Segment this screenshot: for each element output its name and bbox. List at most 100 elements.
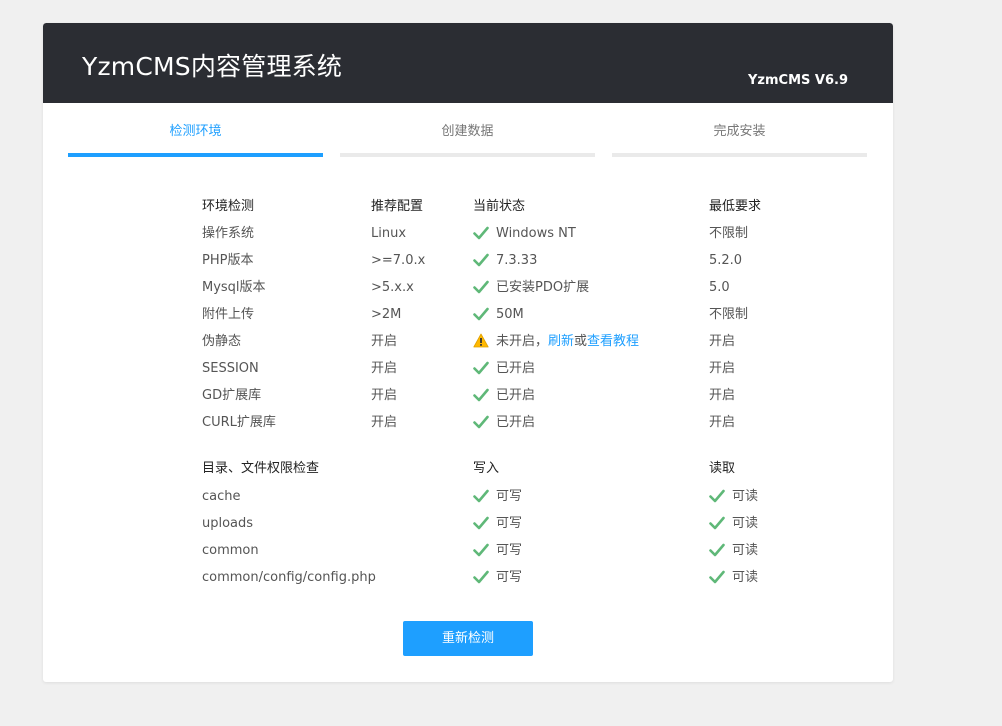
check-icon [473, 226, 489, 247]
env-current-text: 50M [496, 307, 524, 322]
check-icon [473, 489, 489, 510]
check-icon [709, 543, 725, 564]
env-minimum: 不限制 [709, 307, 749, 322]
refresh-link[interactable]: 刷新 [548, 334, 574, 349]
check-icon [473, 516, 489, 537]
env-item: 附件上传 [202, 307, 255, 322]
perm-row: uploads 可写 可读 [43, 514, 893, 534]
env-current-text: 已安装PDO扩展 [496, 280, 590, 295]
check-icon [709, 489, 725, 510]
env-item: 伪静态 [202, 334, 242, 349]
col-item: 环境检测 [202, 199, 255, 214]
step-finish[interactable]: 完成安装 [612, 103, 867, 183]
env-row: PHP版本 >=7.0.x 7.3.33 5.2.0 [43, 251, 893, 271]
perm-read-text: 可读 [732, 489, 759, 504]
env-current: 50M [473, 305, 524, 328]
check-icon [709, 516, 725, 537]
step-label: 创建数据 [441, 124, 494, 139]
env-minimum: 开启 [709, 388, 736, 403]
step-label: 检测环境 [169, 124, 222, 139]
env-item: GD扩展库 [202, 388, 262, 403]
env-current: Windows NT [473, 224, 576, 247]
perm-write-text: 可写 [496, 570, 523, 585]
perm-write: 可写 [473, 487, 522, 510]
col-write: 写入 [473, 461, 500, 476]
env-minimum: 不限制 [709, 226, 749, 241]
env-minimum: 5.2.0 [709, 253, 743, 268]
env-row: CURL扩展库 开启 已开启 开启 [43, 413, 893, 433]
recheck-button[interactable]: 重新检测 [403, 621, 533, 656]
warning-icon [473, 333, 489, 355]
env-minimum: 开启 [709, 415, 736, 430]
check-icon [473, 280, 489, 301]
step-label: 完成安装 [713, 124, 766, 139]
view-tutorial-link[interactable]: 查看教程 [587, 334, 639, 349]
col-minimum: 最低要求 [709, 199, 762, 214]
env-recommended: Linux [371, 226, 407, 241]
env-row: 操作系统 Linux Windows NT 不限制 [43, 224, 893, 244]
env-current: 未开启，刷新或查看教程 [473, 332, 639, 355]
perm-read: 可读 [709, 568, 758, 591]
perm-path: common/config/config.php [202, 570, 376, 585]
perm-table-header: 目录、文件权限检查 写入 读取 [43, 459, 893, 479]
step-progress-bar [68, 153, 323, 157]
perm-path: common [202, 543, 259, 558]
step-progress-bar [340, 153, 595, 157]
env-row: 附件上传 >2M 50M 不限制 [43, 305, 893, 325]
env-recommended: 开启 [371, 361, 398, 376]
env-recommended: 开启 [371, 415, 398, 430]
check-icon [473, 307, 489, 328]
env-current-text: 已开启 [496, 415, 536, 430]
perm-read-text: 可读 [732, 543, 759, 558]
app-title: YzmCMS内容管理系统 [82, 52, 343, 81]
env-row: Mysql版本 >5.x.x 已安装PDO扩展 5.0 [43, 278, 893, 298]
perm-write: 可写 [473, 541, 522, 564]
check-icon [473, 253, 489, 274]
env-current: 已开启 [473, 359, 535, 382]
perm-read-text: 可读 [732, 570, 759, 585]
check-icon [473, 388, 489, 409]
col-read: 读取 [709, 461, 736, 476]
check-icon [473, 543, 489, 564]
perm-write: 可写 [473, 568, 522, 591]
version-label: YzmCMS V6.9 [748, 73, 848, 88]
step-create-data[interactable]: 创建数据 [340, 103, 595, 183]
env-recommended: 开启 [371, 334, 398, 349]
perm-write-text: 可写 [496, 489, 523, 504]
env-minimum: 开启 [709, 361, 736, 376]
env-row: SESSION 开启 已开启 开启 [43, 359, 893, 379]
env-current: 已开启 [473, 413, 535, 436]
col-path: 目录、文件权限检查 [202, 461, 320, 476]
perm-write-text: 可写 [496, 516, 523, 531]
or-text: 或 [574, 334, 588, 349]
perm-row: cache 可写 可读 [43, 487, 893, 507]
env-current: 已开启 [473, 386, 535, 409]
env-current: 7.3.33 [473, 251, 537, 274]
env-current-text: 已开启 [496, 361, 536, 376]
perm-write: 可写 [473, 514, 522, 537]
env-row: GD扩展库 开启 已开启 开启 [43, 386, 893, 406]
env-minimum: 开启 [709, 334, 736, 349]
env-current-text: Windows NT [496, 226, 576, 241]
env-item: Mysql版本 [202, 280, 266, 295]
col-current: 当前状态 [473, 199, 526, 214]
perm-row: common/config/config.php 可写 可读 [43, 568, 893, 588]
env-current: 已安装PDO扩展 [473, 278, 589, 301]
env-recommended: >=7.0.x [371, 253, 426, 268]
env-item: 操作系统 [202, 226, 255, 241]
perm-read: 可读 [709, 514, 758, 537]
perm-read: 可读 [709, 487, 758, 510]
check-icon [473, 361, 489, 382]
header: YzmCMS内容管理系统 YzmCMS V6.9 [43, 23, 893, 103]
col-recommended: 推荐配置 [371, 199, 424, 214]
env-recommended: >2M [371, 307, 402, 322]
perm-row: common 可写 可读 [43, 541, 893, 561]
check-icon [473, 415, 489, 436]
perm-read: 可读 [709, 541, 758, 564]
perm-path: uploads [202, 516, 254, 531]
env-item: CURL扩展库 [202, 415, 276, 430]
step-progress-bar [612, 153, 867, 157]
env-item: SESSION [202, 361, 259, 376]
step-check-env[interactable]: 检测环境 [68, 103, 323, 183]
env-current-text: 7.3.33 [496, 253, 538, 268]
